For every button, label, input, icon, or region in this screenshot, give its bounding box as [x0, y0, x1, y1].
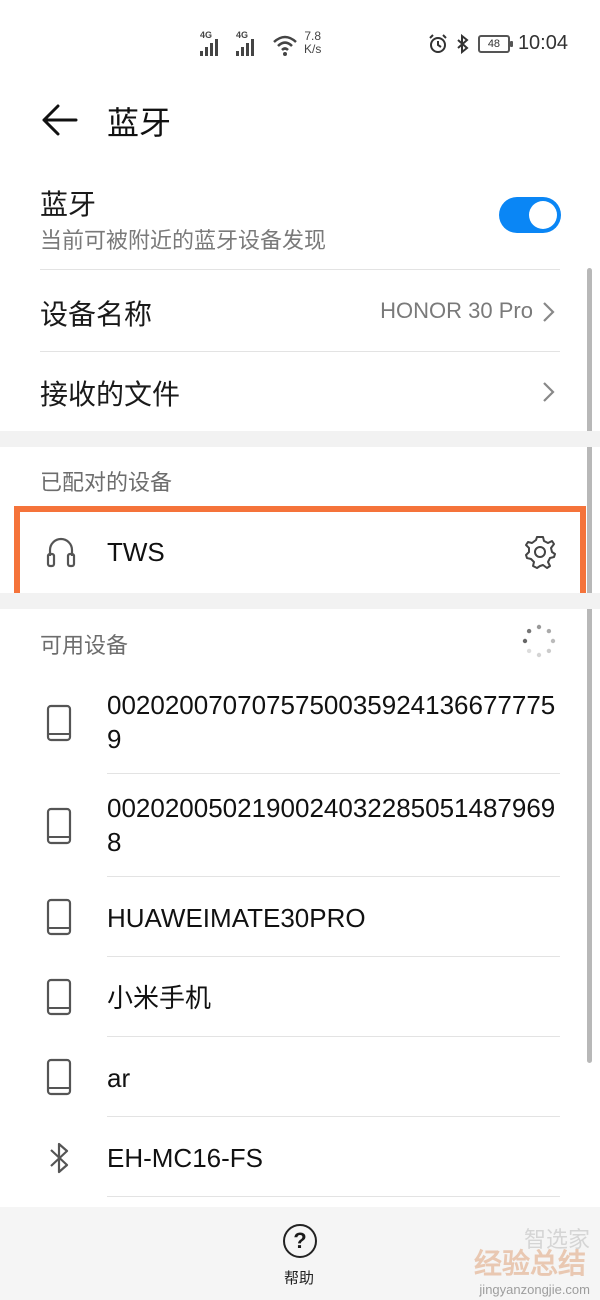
divider: [107, 1036, 560, 1037]
section-gap: [0, 593, 600, 609]
bluetooth-icon: [50, 1142, 69, 1174]
alarm-icon: [429, 33, 447, 53]
bluetooth-subtitle: 当前可被附近的蓝牙设备发现: [40, 229, 327, 254]
network-type-label-2: 4G: [236, 30, 249, 40]
available-section-label: 可用设备: [40, 634, 129, 659]
network-type-label: 4G: [200, 30, 213, 40]
available-device-6[interactable]: EH-MC16-FS: [107, 1141, 567, 1175]
watermark-brand: 智选家: [523, 1228, 590, 1253]
paired-device-name[interactable]: TWS: [107, 535, 567, 569]
available-device-2[interactable]: 00202005021900240322850514879698: [107, 791, 567, 859]
scrollbar[interactable]: [587, 268, 592, 1063]
page-title: 蓝牙: [107, 104, 172, 142]
chevron-right-icon: [543, 302, 555, 322]
help-label[interactable]: 帮助: [284, 1267, 314, 1288]
bluetooth-toggle[interactable]: [499, 197, 561, 233]
paired-section-label: 已配对的设备: [40, 471, 173, 496]
cell-signal-icon: 4G: [200, 30, 230, 56]
divider: [107, 956, 560, 957]
back-arrow-icon[interactable]: [40, 102, 80, 138]
headphones-icon: [46, 537, 76, 568]
phone-icon: [46, 1058, 72, 1096]
bluetooth-status-icon: [457, 33, 469, 54]
divider: [40, 269, 560, 270]
help-glyph: ?: [293, 1228, 307, 1253]
bluetooth-label: 蓝牙: [40, 188, 97, 221]
gear-icon[interactable]: [522, 534, 558, 570]
battery-icon: 48: [477, 34, 513, 53]
divider: [107, 773, 560, 774]
device-name-value: HONOR 30 Pro: [380, 298, 533, 323]
phone-icon: [46, 704, 72, 742]
available-device-5[interactable]: ar: [107, 1061, 567, 1095]
chevron-right-icon: [543, 382, 555, 402]
divider: [107, 876, 560, 877]
phone-icon: [46, 807, 72, 845]
help-icon[interactable]: ?: [283, 1224, 317, 1258]
available-device-3[interactable]: HUAWEIMATE30PRO: [107, 901, 567, 935]
divider: [40, 351, 560, 352]
status-right: 48 10:04: [428, 32, 568, 55]
wifi-icon: [273, 35, 297, 56]
speed-unit: K/s: [304, 42, 322, 56]
available-device-1[interactable]: 00202007070757500359241366777759: [107, 688, 567, 756]
divider: [107, 1196, 560, 1197]
section-gap: [0, 431, 600, 447]
received-files-label[interactable]: 接收的文件: [40, 373, 560, 413]
phone-icon: [46, 898, 72, 936]
phone-icon: [46, 978, 72, 1016]
watermark: 经验总结 智选家 jingyanzongjie.com: [446, 1224, 596, 1300]
divider: [107, 1116, 560, 1117]
status-bar: 4G 4G 7.8 K/s 48 10:04: [0, 0, 600, 90]
battery-level: 48: [487, 37, 501, 50]
network-speed: 7.8 K/s: [304, 30, 321, 56]
clock: 10:04: [517, 32, 568, 54]
status-left: 4G 4G 7.8 K/s: [200, 30, 321, 56]
loading-spinner-icon: [522, 624, 556, 658]
app-header: 蓝牙: [0, 90, 600, 150]
watermark-url: jingyanzongjie.com: [479, 1282, 590, 1297]
cell-signal-icon-2: 4G: [236, 30, 266, 56]
toggle-knob: [529, 201, 557, 229]
available-device-4[interactable]: 小米手机: [107, 981, 567, 1015]
